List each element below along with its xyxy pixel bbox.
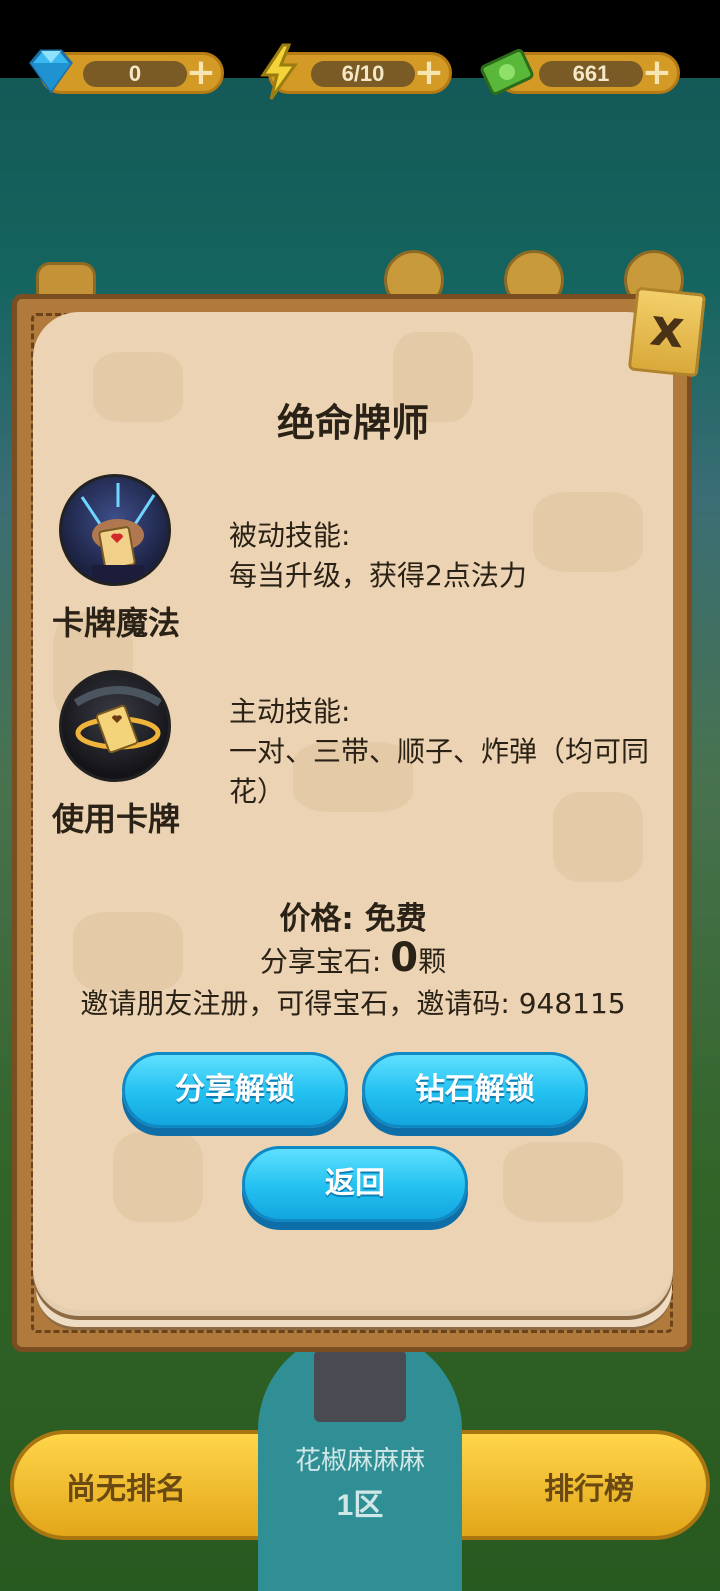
back-button[interactable]: 返回 (242, 1146, 468, 1222)
energy-counter: 6/10 + (260, 43, 452, 100)
paper-texture (113, 1132, 203, 1222)
skill-2-name: 使用卡牌 (51, 800, 180, 838)
diamond-unlock-button[interactable]: 钻石解锁 (362, 1052, 588, 1128)
leaderboard-button[interactable]: 排行榜 (544, 1464, 634, 1508)
skill-1-name: 卡牌魔法 (51, 604, 180, 642)
close-button[interactable]: x (627, 286, 707, 378)
share-gems-label: 分享宝石: (259, 945, 391, 978)
player-zone: 1区 (336, 1489, 384, 1522)
paper-texture (503, 1142, 623, 1222)
price-label: 价格: 免费 (279, 901, 427, 937)
cash-value: 661 (572, 61, 610, 86)
add-energy-button[interactable]: + (413, 55, 445, 91)
share-gems-value: 0 (390, 935, 419, 981)
skill-1-description: 每当升级，获得2点法力 (229, 559, 527, 592)
use-card-skill-icon (59, 670, 171, 782)
add-gems-button[interactable]: + (185, 55, 217, 91)
diamond-icon (29, 49, 73, 94)
player-name: 花椒麻麻麻 (294, 1445, 425, 1475)
card-magic-skill-icon (59, 474, 171, 586)
rank-label[interactable]: 尚无排名 (66, 1464, 186, 1508)
share-gems-line: 分享宝石: 0颗 (33, 935, 673, 981)
modal-title: 绝命牌师 (276, 401, 429, 445)
add-cash-button[interactable]: + (641, 55, 673, 91)
energy-value: 6/10 (341, 61, 385, 86)
invite-code-text: 邀请朋友注册，可得宝石，邀请码: 948115 (80, 987, 626, 1020)
share-unlock-button[interactable]: 分享解锁 (122, 1052, 348, 1128)
share-gems-unit: 颗 (418, 945, 447, 978)
player-avatar (314, 1350, 406, 1422)
gems-value: 0 (128, 61, 142, 86)
skill-2-description: 一对、三带、顺子、炸弹（均可同花） (229, 735, 650, 808)
lightning-icon (260, 43, 298, 100)
close-icon: x (647, 297, 688, 361)
cash-icon (480, 48, 534, 96)
player-tab[interactable]: 花椒麻麻麻 1区 (258, 1330, 462, 1591)
skill-1-type: 被动技能: (229, 519, 351, 552)
gems-counter: 0 + (29, 49, 224, 94)
skill-2-type: 主动技能: (229, 695, 351, 728)
cash-counter: 661 + (480, 48, 680, 96)
